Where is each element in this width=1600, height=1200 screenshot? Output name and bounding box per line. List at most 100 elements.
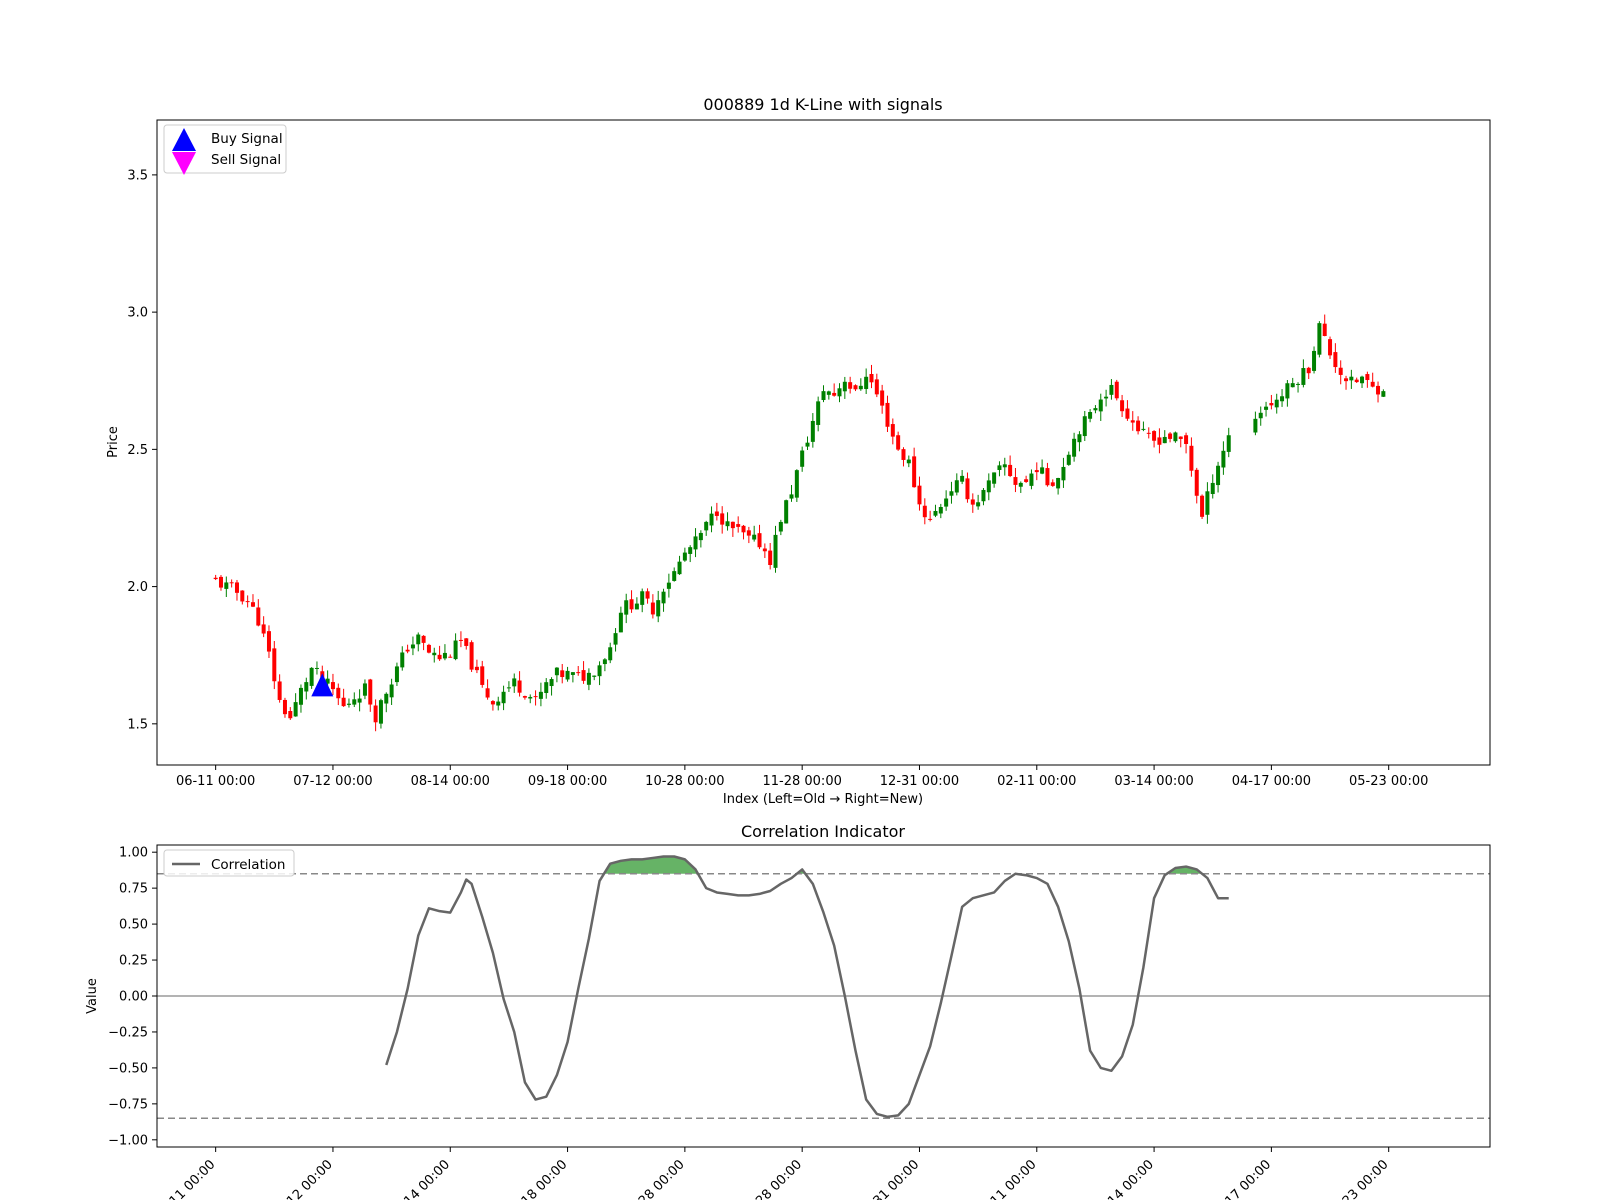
candle-body bbox=[1365, 374, 1370, 381]
kline-x-label: Index (Left=Old → Right=New) bbox=[723, 792, 923, 807]
candle-body bbox=[1290, 383, 1295, 388]
candle-body bbox=[592, 675, 597, 677]
candle-body bbox=[853, 385, 858, 390]
candle-body bbox=[357, 698, 362, 703]
candle-body bbox=[394, 666, 399, 683]
candle-body bbox=[640, 591, 645, 605]
kline-y-axis: 1.5 2.0 2.5 3.0 3.5 bbox=[127, 168, 157, 732]
candle-body bbox=[618, 612, 623, 633]
candle-body bbox=[1338, 367, 1343, 375]
candle-body bbox=[917, 485, 922, 505]
kline-candles bbox=[213, 314, 1386, 732]
candle-body bbox=[816, 401, 821, 425]
candle-body bbox=[453, 640, 458, 660]
candle-body bbox=[1072, 438, 1077, 457]
candle-body bbox=[1349, 376, 1354, 381]
candle-body bbox=[1376, 385, 1381, 395]
candle-body bbox=[912, 456, 917, 488]
candle-body bbox=[1381, 391, 1386, 397]
candle-body bbox=[1264, 406, 1269, 410]
candle-body bbox=[384, 693, 389, 704]
candle-body bbox=[752, 534, 757, 540]
candle-body bbox=[1024, 479, 1029, 482]
candle-body bbox=[800, 450, 805, 467]
candle-body bbox=[1184, 435, 1189, 445]
candle-body bbox=[736, 524, 741, 527]
candle-body bbox=[1120, 400, 1125, 412]
candle-body bbox=[522, 696, 527, 698]
candle-body bbox=[714, 511, 719, 516]
candle-body bbox=[1280, 396, 1285, 402]
candle-body bbox=[346, 703, 351, 705]
candle-body bbox=[810, 420, 815, 442]
candle-body bbox=[890, 424, 895, 437]
kline-y-tick-label: 3.5 bbox=[127, 168, 148, 183]
candle-body bbox=[213, 577, 218, 580]
correlation-y-tick-label: 0.00 bbox=[119, 990, 148, 1005]
candle-body bbox=[789, 494, 794, 499]
candle-body bbox=[304, 682, 309, 692]
candle-body bbox=[490, 701, 495, 705]
candle-body bbox=[986, 480, 991, 493]
candle-body bbox=[581, 670, 586, 681]
candle-body bbox=[1344, 378, 1349, 382]
candle-body bbox=[976, 502, 981, 507]
kline-x-tick-label: 07-12 00:00 bbox=[293, 774, 372, 789]
candle-body bbox=[272, 648, 277, 682]
candle-body bbox=[1013, 477, 1018, 485]
candle-body bbox=[672, 571, 677, 581]
candle-body bbox=[1066, 454, 1071, 465]
candle-body bbox=[1253, 418, 1258, 433]
candle-body bbox=[832, 392, 837, 396]
candle-body bbox=[1306, 367, 1311, 374]
kline-y-tick-label: 1.5 bbox=[127, 717, 148, 732]
correlation-x-tick-label: 06-11 00:00 bbox=[152, 1157, 219, 1200]
candle-body bbox=[309, 667, 314, 686]
candle-body bbox=[229, 582, 234, 584]
correlation-y-axis: 1.00 0.75 0.50 0.25 0.00 −0.25 −0.50 −0.75 −1.00 bbox=[108, 846, 157, 1148]
candle-body bbox=[266, 631, 271, 652]
correlation-fill bbox=[603, 856, 1203, 874]
candle-body bbox=[282, 699, 287, 715]
candle-body bbox=[1216, 465, 1221, 486]
candle-body bbox=[400, 652, 405, 668]
candle-body bbox=[725, 521, 730, 527]
candle-body bbox=[1029, 473, 1034, 486]
candle-body bbox=[880, 390, 885, 406]
candle-body bbox=[288, 710, 293, 719]
candle-body bbox=[938, 507, 943, 514]
candle-body bbox=[624, 600, 629, 615]
candle-body bbox=[1008, 464, 1013, 477]
candle-body bbox=[997, 465, 1002, 470]
candle-body bbox=[517, 680, 522, 693]
candle-body bbox=[1370, 381, 1375, 387]
candle-body bbox=[656, 600, 661, 617]
kline-x-tick-label: 09-18 00:00 bbox=[528, 774, 607, 789]
candle-body bbox=[720, 513, 725, 525]
correlation-title: Correlation Indicator bbox=[741, 822, 905, 841]
candle-body bbox=[1034, 470, 1039, 473]
candle-body bbox=[1109, 384, 1114, 395]
candle-body bbox=[688, 547, 693, 554]
candle-body bbox=[906, 459, 911, 464]
candle-body bbox=[464, 638, 469, 646]
candle-body bbox=[1077, 434, 1082, 443]
candle-body bbox=[362, 683, 367, 696]
correlation-y-tick-label: −1.00 bbox=[108, 1133, 148, 1148]
candle-body bbox=[1258, 412, 1263, 419]
correlation-line bbox=[385, 855, 1229, 1119]
candle-body bbox=[1200, 495, 1205, 517]
kline-x-tick-label: 10-28 00:00 bbox=[645, 774, 724, 789]
candle-body bbox=[1157, 437, 1162, 445]
correlation-x-tick-label: 10-28 00:00 bbox=[621, 1157, 688, 1200]
candle-body bbox=[1088, 412, 1093, 419]
candle-body bbox=[784, 500, 789, 524]
candle-body bbox=[885, 402, 890, 427]
candle-body bbox=[1162, 436, 1167, 444]
candle-body bbox=[1226, 435, 1231, 452]
correlation-y-tick-label: 0.25 bbox=[119, 954, 148, 969]
candle-body bbox=[730, 521, 735, 529]
candle-body bbox=[437, 654, 442, 660]
candle-body bbox=[741, 525, 746, 533]
candle-body bbox=[746, 530, 751, 536]
